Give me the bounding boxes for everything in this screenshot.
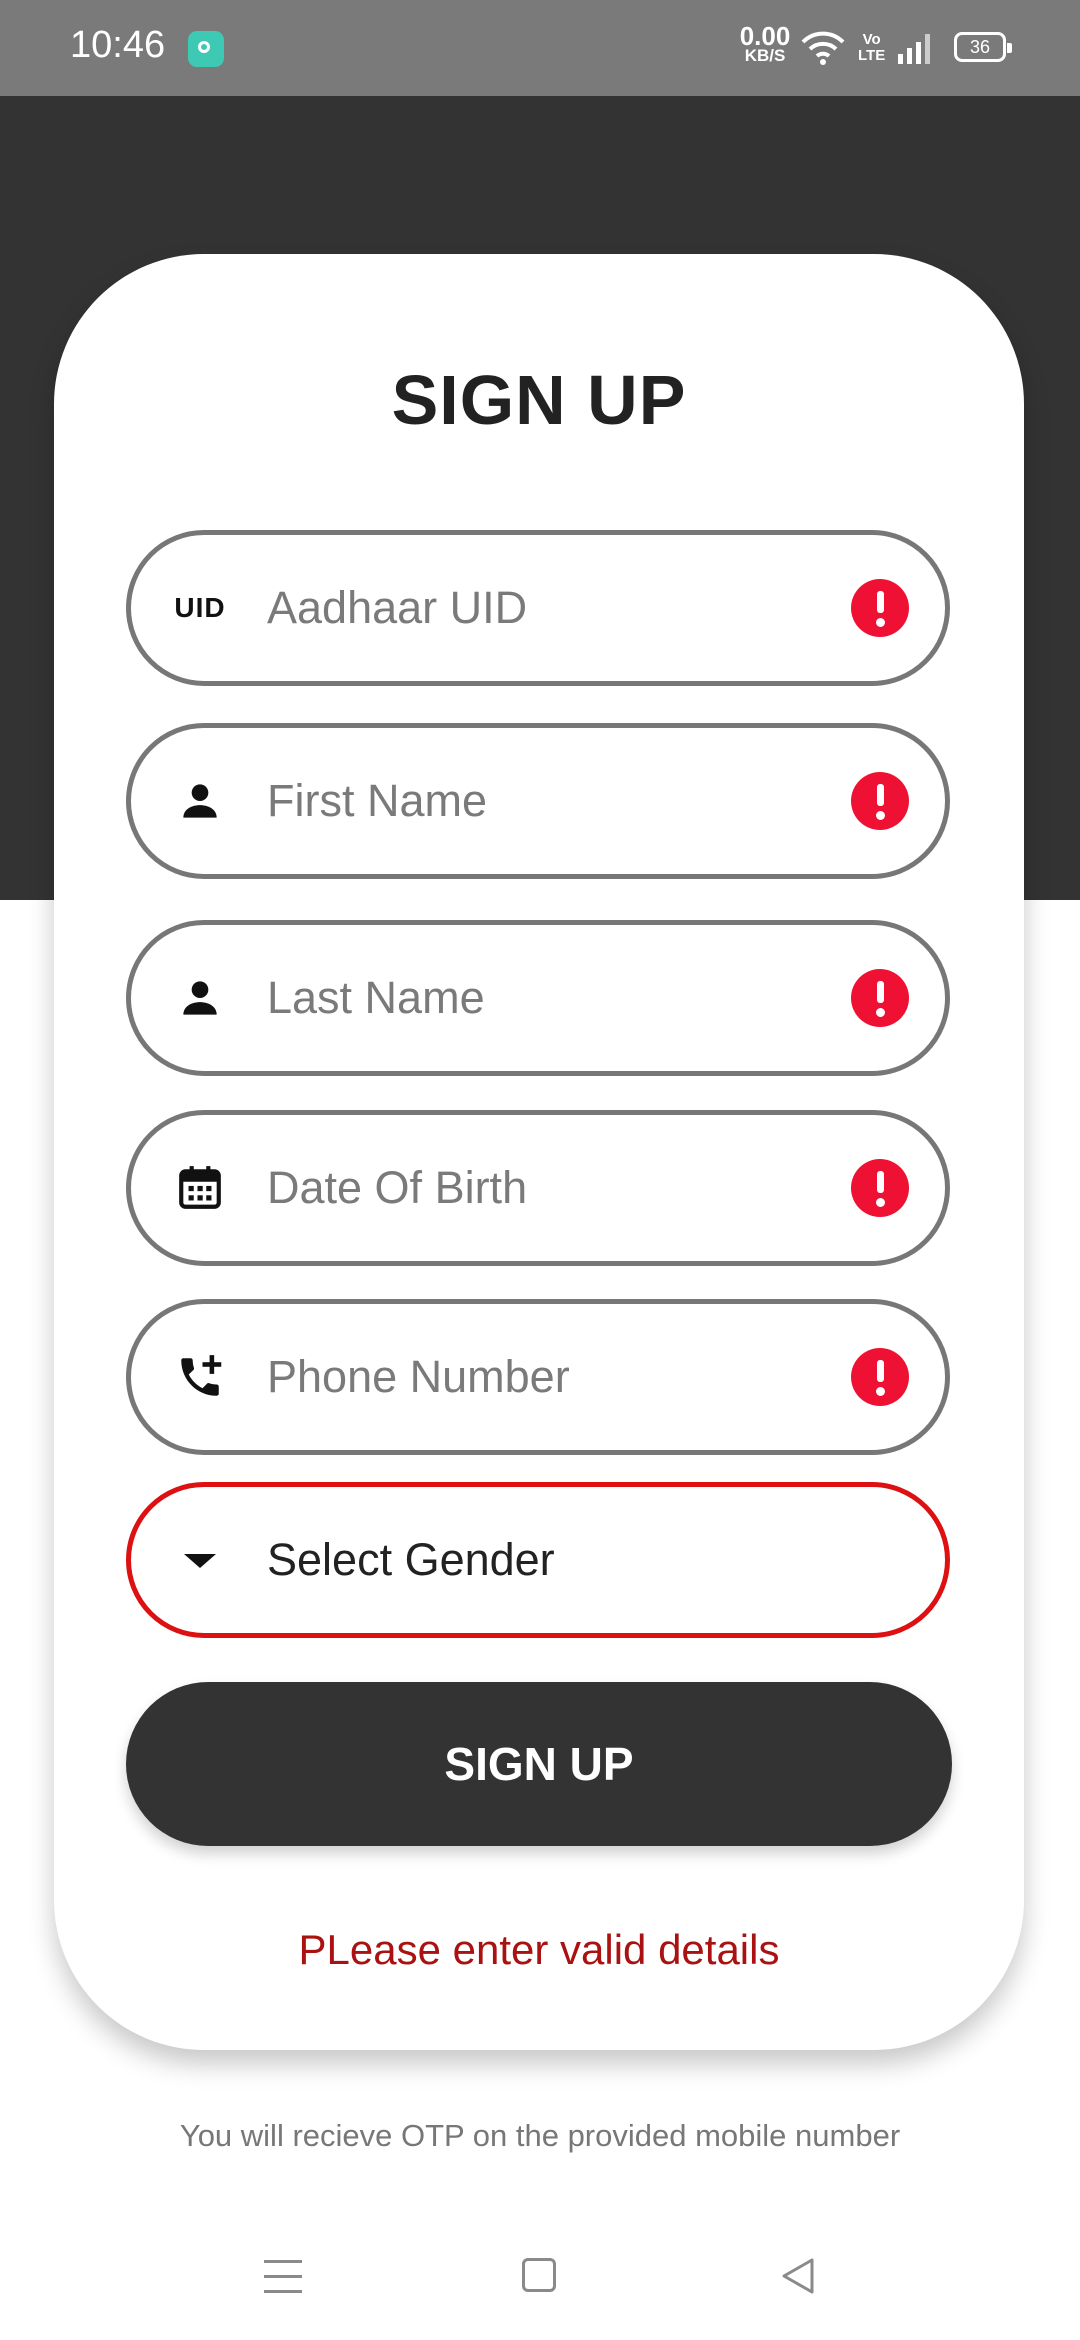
battery-icon: 36 (954, 32, 1012, 62)
first-name-placeholder: First Name (267, 775, 488, 826)
status-time: 10:46 (70, 24, 166, 66)
volte-top-text: Vo (862, 31, 881, 48)
network-speed: 0.00 KB/S (730, 21, 800, 66)
volte-indicator: Vo LTE (858, 32, 885, 64)
page-title: SIGN UP (391, 361, 687, 439)
gender-select-value: Select Gender (267, 1534, 555, 1585)
aadhaar-uid-placeholder: Aadhaar UID (267, 582, 528, 633)
app-notification-icon (188, 31, 224, 67)
calendar-icon (175, 1163, 225, 1213)
error-icon (851, 969, 909, 1027)
status-bar: 10:46 0.00 KB/S Vo LTE 36 (0, 0, 1080, 96)
wifi-icon (801, 31, 845, 65)
uid-icon: UID (174, 583, 226, 633)
volte-bottom-text: LTE (858, 47, 886, 64)
error-icon (851, 1348, 909, 1406)
date-of-birth-placeholder: Date Of Birth (267, 1162, 528, 1213)
aadhaar-uid-field[interactable]: UID Aadhaar UID (126, 530, 950, 686)
signup-button[interactable]: SIGN UP (126, 1682, 952, 1846)
validation-error-message: PLease enter valid details (298, 1926, 780, 1973)
home-icon[interactable] (522, 2258, 556, 2292)
gender-select[interactable]: Select Gender (126, 1482, 950, 1638)
error-icon (851, 1159, 909, 1217)
date-of-birth-field[interactable]: Date Of Birth (126, 1110, 950, 1266)
recent-apps-icon[interactable] (264, 2260, 302, 2294)
uid-icon-text: UID (174, 592, 226, 623)
last-name-field[interactable]: Last Name (126, 920, 950, 1076)
last-name-placeholder: Last Name (267, 972, 485, 1023)
dropdown-arrow-icon (175, 1535, 225, 1585)
person-icon (175, 973, 225, 1023)
otp-note: You will recieve OTP on the provided mob… (179, 2118, 901, 2153)
phone-number-placeholder: Phone Number (267, 1351, 570, 1402)
person-icon (175, 776, 225, 826)
signal-icon (898, 34, 930, 64)
phone-number-field[interactable]: Phone Number (126, 1299, 950, 1455)
phone-add-icon (175, 1352, 225, 1402)
navigation-bar (0, 2230, 1080, 2340)
error-icon (851, 772, 909, 830)
back-icon[interactable] (780, 2256, 816, 2296)
error-icon (851, 579, 909, 637)
network-speed-value: 0.00 (739, 21, 791, 51)
first-name-field[interactable]: First Name (126, 723, 950, 879)
